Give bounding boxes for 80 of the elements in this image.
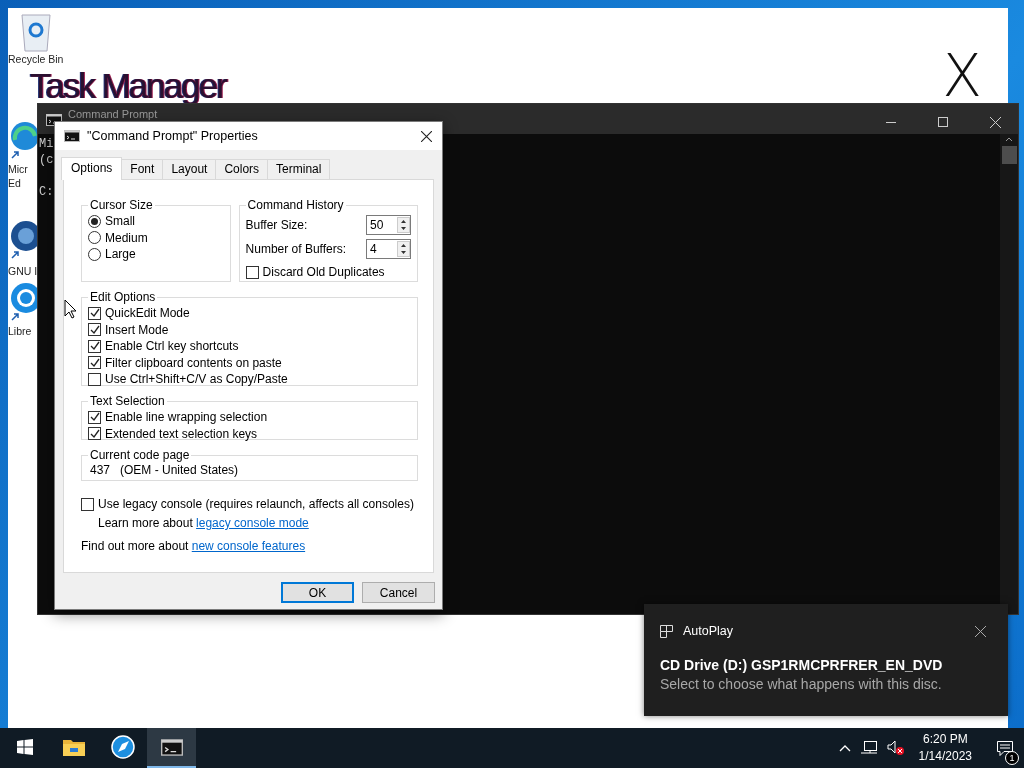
icon-label: Libre	[8, 324, 32, 338]
icon-label: Ed	[8, 176, 21, 190]
link[interactable]: new console features	[191, 539, 306, 553]
network-icon[interactable]	[860, 741, 877, 755]
close-icon[interactable]	[975, 625, 986, 637]
tab[interactable]: Terminal	[267, 159, 331, 179]
spin-arrows-icon[interactable]	[397, 241, 410, 257]
windows-logo-icon	[16, 739, 33, 755]
field-label: Buffer Size:	[245, 218, 308, 232]
app-title: Task Manager	[30, 68, 226, 103]
checkbox-label: Discard Old Duplicates	[262, 265, 385, 280]
number-field[interactable]: 50	[366, 215, 411, 235]
notification-icon	[997, 740, 1013, 756]
checkbox[interactable]	[88, 323, 101, 337]
group-title: Cursor Size	[89, 198, 154, 212]
tab[interactable]: Options	[61, 157, 123, 180]
link[interactable]: legacy console mode	[196, 516, 309, 530]
checkbox-label: Insert Mode	[105, 322, 169, 337]
group-title: Command History	[246, 198, 345, 212]
notification-count: 1	[1005, 751, 1019, 765]
help-text: Find out more about new console features	[81, 539, 306, 553]
speaker-muted-icon[interactable]	[886, 740, 905, 756]
code-page-value: 437 (OEM - United States)	[89, 463, 239, 477]
icon-label: Micr	[8, 162, 28, 176]
console-text: C:	[39, 185, 54, 199]
console-text: (c	[39, 153, 54, 167]
terminal-icon	[64, 130, 80, 142]
radio-button[interactable]	[88, 247, 101, 261]
help-text: Learn more about legacy console mode	[98, 516, 309, 530]
checkbox[interactable]	[88, 339, 101, 353]
checkbox-label: Enable Ctrl key shortcuts	[105, 339, 239, 354]
checkbox-label: Use Ctrl+Shift+C/V as Copy/Paste	[105, 372, 288, 387]
dialog-title: "Command Prompt" Properties	[87, 129, 259, 143]
folder-icon	[62, 738, 85, 756]
number-field[interactable]: 4	[366, 239, 411, 259]
group-title: Current code page	[89, 448, 191, 462]
group-title: Edit Options	[89, 290, 157, 304]
checkbox-label: Enable line wrapping selection	[105, 410, 268, 425]
tab[interactable]: Layout	[162, 159, 217, 179]
taskbar-button[interactable]	[147, 728, 196, 768]
checkbox-label: Extended text selection keys	[105, 426, 258, 441]
group-title: Text Selection	[89, 394, 166, 408]
notification-title[interactable]: CD Drive (D:) GSP1RMCPRFRER_EN_DVD	[660, 657, 986, 673]
scrollbar-thumb[interactable]	[1001, 146, 1017, 164]
checkbox[interactable]	[88, 427, 101, 441]
close-button[interactable]: X	[942, 52, 982, 100]
console-text: Mi	[39, 137, 54, 151]
checkbox[interactable]	[88, 356, 101, 370]
checkbox[interactable]	[88, 306, 101, 320]
ok-button[interactable]: OK	[281, 582, 354, 603]
recycle-bin-icon[interactable]	[18, 12, 53, 52]
checkbox-label: QuickEdit Mode	[105, 306, 190, 321]
checkbox[interactable]	[88, 410, 101, 424]
radio-label: Medium	[105, 230, 148, 245]
checkbox[interactable]	[245, 265, 259, 279]
radio-button[interactable]	[88, 231, 101, 245]
radio-button[interactable]	[88, 214, 101, 228]
window-title: Command Prompt	[68, 108, 159, 120]
terminal-icon	[160, 738, 183, 756]
cancel-button[interactable]: Cancel	[362, 582, 435, 603]
icon-label: Recycle Bin	[8, 52, 64, 66]
checkbox[interactable]	[88, 372, 101, 386]
icon-label: GNU I	[8, 264, 38, 278]
compass-icon	[110, 735, 135, 759]
radio-label: Large	[105, 247, 136, 262]
app-name: AutoPlay	[683, 624, 735, 638]
checkbox-label: Use legacy console (requires relaunch, affects all consoles)	[98, 497, 414, 511]
field-label: Number of Buffers:	[245, 242, 347, 256]
checkbox-label: Filter clipboard contents on paste	[105, 355, 282, 370]
notification-message[interactable]: Select to choose what happens with this disc.	[660, 676, 986, 692]
radio-label: Small	[105, 214, 135, 229]
notification-button[interactable]: 1	[990, 728, 1020, 768]
maximize-icon[interactable]	[938, 117, 948, 127]
clock[interactable]: 6:20 PM 1/14/2023	[914, 731, 980, 765]
spin-arrows-icon[interactable]	[397, 217, 410, 233]
close-icon[interactable]	[421, 130, 432, 142]
minimize-icon[interactable]	[886, 121, 896, 123]
chevron-up-icon[interactable]	[838, 744, 851, 752]
checkbox[interactable]	[81, 497, 94, 511]
autoplay-icon	[660, 624, 673, 638]
